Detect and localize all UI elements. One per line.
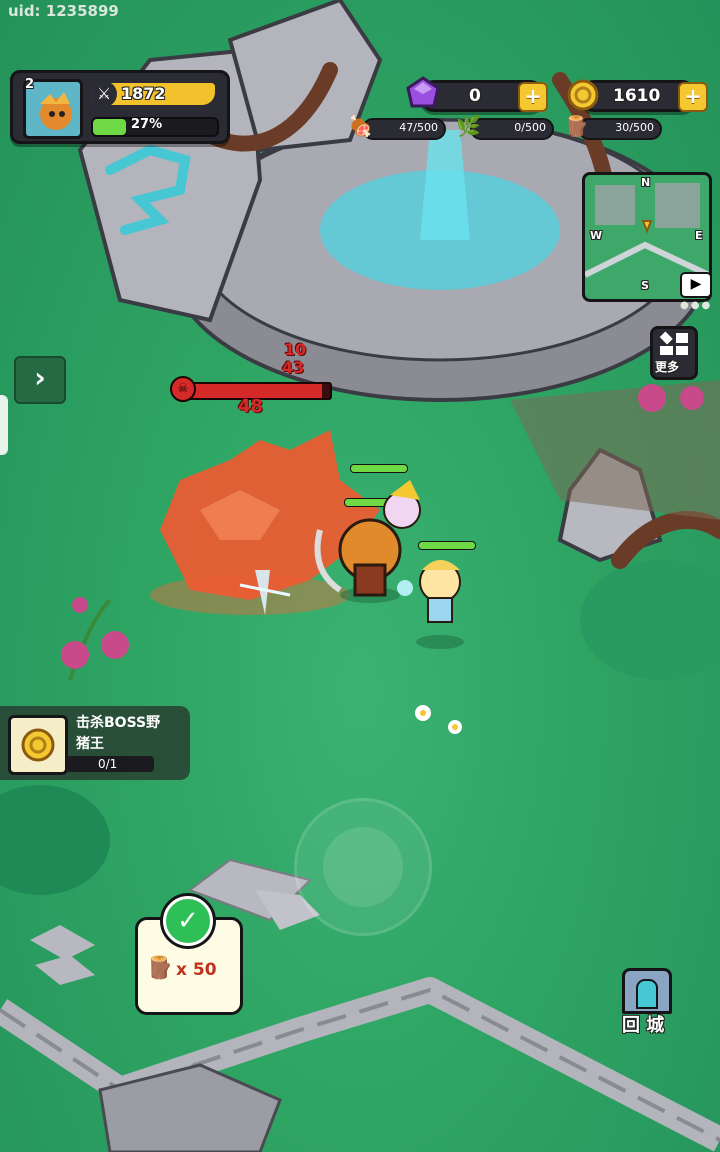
add-gold-button[interactable]: + (678, 82, 708, 112)
quest-title-line2: 猪王 (76, 736, 104, 752)
gem-value: 0 (469, 86, 481, 106)
town-portal-icon (622, 968, 672, 1014)
joystick-knob[interactable] (323, 827, 403, 907)
wood-counter: 30/500 (578, 118, 662, 140)
damage-number-3: 48 (238, 396, 264, 417)
return-town-button[interactable]: 回 城 (618, 966, 672, 1036)
crossed-swords-icon: ⚔ (91, 81, 117, 107)
herb-value: 0/500 (514, 121, 546, 134)
minimap-west: W (590, 229, 603, 242)
meat-icon: 🍖 (348, 114, 373, 138)
camera-icon[interactable]: ▶ (680, 272, 712, 298)
damage-number-2: 43 (282, 358, 305, 377)
gold-coin-icon (567, 79, 599, 111)
player-level: 2 (25, 77, 35, 92)
minimap-south: S (641, 279, 649, 292)
meat-counter: 47/500 (362, 118, 446, 140)
damage-number-1: 10 (284, 340, 307, 359)
minimap-north: N (641, 176, 651, 189)
exp-label: 27% (131, 117, 163, 132)
quest-reward-slot (8, 715, 68, 775)
grid-icon (660, 331, 688, 355)
quest-gold-icon (21, 728, 55, 762)
quest-panel[interactable]: 击杀BOSS野 猪王 0/1 (0, 706, 190, 780)
collect-check-button[interactable]: ✓ (163, 896, 213, 946)
more-button[interactable]: 更多 (650, 326, 698, 380)
page-dots: ●●● (680, 300, 713, 311)
reward-amount: x 50 (176, 960, 217, 980)
power-value: 1872 (121, 84, 166, 103)
quest-progress: 0/1 (98, 757, 118, 771)
uid-text: uid: 1235899 (8, 2, 119, 20)
game-scene[interactable]: uid: 1235899 2 ⚔ 1872 27% 0 + 1610 + 47/… (0, 0, 720, 1152)
exp-bar-fill (93, 119, 127, 135)
left-edge-tab[interactable] (0, 395, 8, 455)
quest-title-line1: 击杀BOSS野 (76, 715, 161, 731)
add-gems-button[interactable]: + (518, 82, 548, 112)
herb-counter: 0/500 (470, 118, 554, 140)
gold-value: 1610 (613, 86, 661, 106)
hero-party[interactable] (310, 470, 490, 650)
expand-arrow-button[interactable]: › (14, 356, 66, 404)
meat-value: 47/500 (399, 121, 438, 134)
return-town-label: 回 城 (622, 1015, 665, 1036)
virtual-joystick[interactable] (294, 798, 432, 936)
more-label: 更多 (655, 360, 680, 374)
reward-wood-icon: 🪵 (146, 956, 174, 981)
minimap-east: E (695, 229, 703, 242)
hero-portrait-icon (40, 92, 72, 130)
boss-skull-icon: ☠ (170, 376, 196, 402)
gem-icon (406, 76, 440, 108)
herb-icon: 🌿 (456, 114, 481, 138)
player-panel[interactable]: 2 ⚔ 1872 27% (10, 70, 230, 144)
wood-value: 30/500 (615, 121, 654, 134)
wood-icon: 🪵 (564, 114, 589, 138)
